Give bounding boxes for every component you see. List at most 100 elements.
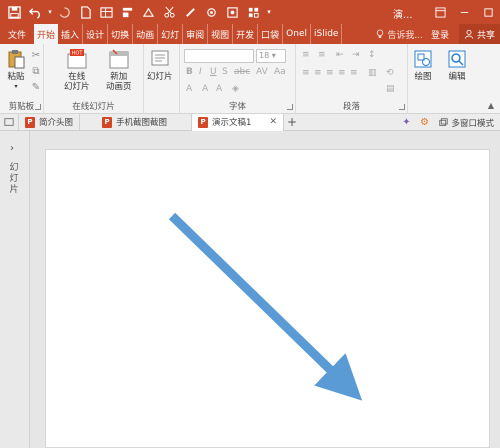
decrease-indent-button[interactable]: ⇤ bbox=[336, 50, 344, 60]
italic-button[interactable]: I bbox=[199, 67, 202, 77]
font-name-input[interactable] bbox=[184, 49, 254, 63]
slide-editing-area bbox=[31, 131, 500, 448]
edit-label: 编辑 bbox=[448, 72, 466, 82]
bold-button[interactable]: B bbox=[186, 67, 193, 77]
tab-view[interactable]: 视图 bbox=[208, 24, 234, 44]
tab-slideshow[interactable]: 幻灯 bbox=[158, 24, 184, 44]
doc-tab-2[interactable]: P 手机截图截图 bbox=[80, 113, 193, 131]
tab-developer[interactable]: 开发 bbox=[233, 24, 259, 44]
grid-icon[interactable] bbox=[222, 2, 243, 22]
font-group-label: 字体 bbox=[228, 102, 246, 112]
tab-animations[interactable]: 动画 bbox=[133, 24, 159, 44]
numbering-button[interactable]: ≡ bbox=[318, 50, 326, 60]
arrow-shape[interactable] bbox=[46, 150, 491, 448]
align-right-button[interactable]: ≡ bbox=[326, 68, 334, 78]
change-case-button[interactable]: Aa bbox=[274, 67, 286, 77]
align-center-button[interactable]: ≡ bbox=[314, 68, 322, 78]
copy-icon[interactable]: ⧉ bbox=[30, 66, 42, 78]
tell-me-search[interactable]: 告诉我... bbox=[376, 28, 423, 41]
dropdown-arrow-icon[interactable]: ▾ bbox=[46, 2, 54, 22]
collapse-ribbon-icon[interactable]: ▲ bbox=[488, 101, 494, 110]
minimize-icon[interactable] bbox=[452, 0, 476, 24]
undo-icon[interactable] bbox=[25, 2, 46, 22]
new-anim-page-button[interactable]: 新加 动画页 bbox=[106, 48, 132, 92]
font-size-input[interactable]: 18 ▾ bbox=[256, 49, 286, 63]
tab-home[interactable]: 开始 bbox=[34, 24, 59, 44]
online-slide-label: 在线 bbox=[68, 72, 86, 82]
tab-design[interactable]: 设计 bbox=[83, 24, 109, 44]
format-painter-icon[interactable]: ✎ bbox=[30, 82, 42, 94]
smartart-button[interactable]: ▤ bbox=[386, 84, 395, 94]
font-launcher[interactable] bbox=[287, 104, 293, 110]
title-bar: ▾ ▾ 演... bbox=[0, 0, 500, 24]
slide-canvas[interactable] bbox=[45, 149, 490, 448]
shape-icon[interactable] bbox=[138, 2, 159, 22]
text-direction-button[interactable]: ⟲ bbox=[386, 68, 394, 78]
quick-access-toolbar: ▾ ▾ bbox=[0, 0, 274, 24]
distribute-button[interactable]: ≡ bbox=[350, 68, 358, 78]
sign-in-link[interactable]: 登录 bbox=[431, 28, 449, 41]
cut-icon[interactable]: ✂ bbox=[30, 50, 42, 62]
underline-button[interactable]: U bbox=[210, 67, 217, 77]
paste-button[interactable]: 粘贴 ▾ bbox=[5, 48, 27, 92]
clear-format-button[interactable]: ◈ bbox=[232, 84, 239, 94]
doc-tab-home-icon[interactable] bbox=[0, 113, 19, 131]
plus-icon[interactable]: + bbox=[284, 115, 300, 129]
layout-icon[interactable] bbox=[243, 2, 264, 22]
edit-button[interactable]: 编辑 bbox=[446, 48, 468, 82]
share-label: 共享 bbox=[476, 30, 495, 41]
maximize-icon[interactable] bbox=[476, 0, 500, 24]
magic-icon[interactable]: ✦ bbox=[397, 117, 415, 128]
online-slide-button[interactable]: HOT 在线 幻灯片 bbox=[64, 48, 90, 92]
format-icon[interactable] bbox=[117, 2, 138, 22]
tab-review[interactable]: 审阅 bbox=[183, 24, 209, 44]
ribbon-tabs: 文件 开始 插入 设计 切换 动画 幻灯 审阅 视图 开发 口袋 Onel iS… bbox=[0, 24, 500, 44]
char-spacing-button[interactable]: AV bbox=[256, 67, 268, 77]
tab-pocket[interactable]: 口袋 bbox=[258, 24, 284, 44]
brush-icon[interactable] bbox=[180, 2, 201, 22]
group-online-slides: HOT 在线 幻灯片 新加 动画页 在线幻灯片 bbox=[44, 44, 144, 114]
line-spacing-button[interactable]: ↕ bbox=[368, 50, 376, 60]
bullets-button[interactable]: ≡ bbox=[302, 50, 310, 60]
tab-insert[interactable]: 插入 bbox=[58, 24, 84, 44]
paste-label: 粘贴 bbox=[7, 72, 25, 82]
table-icon[interactable] bbox=[96, 2, 117, 22]
grow-font-button[interactable]: A bbox=[202, 84, 208, 94]
justify-button[interactable]: ≡ bbox=[338, 68, 346, 78]
strikethrough-button[interactable]: abc bbox=[234, 67, 250, 77]
cut-icon[interactable] bbox=[159, 2, 180, 22]
align-left-button[interactable]: ≡ bbox=[302, 68, 310, 78]
draw-button[interactable]: 绘图 bbox=[412, 48, 434, 82]
tab-file[interactable]: 文件 bbox=[0, 24, 34, 44]
shrink-font-button[interactable]: A bbox=[216, 84, 222, 94]
slides-button[interactable]: 幻灯片 bbox=[147, 48, 173, 82]
expand-panel-icon[interactable]: › bbox=[10, 143, 14, 154]
lightbulb-icon bbox=[377, 29, 384, 38]
gear-icon[interactable]: ⚙ bbox=[415, 117, 433, 128]
clipboard-launcher[interactable] bbox=[35, 104, 41, 110]
increase-indent-button[interactable]: ⇥ bbox=[352, 50, 360, 60]
doc-tab-1-label: 简介头图 bbox=[39, 118, 74, 128]
doc-tab-3[interactable]: P 演示文稿1 ✕ bbox=[192, 113, 284, 131]
online-slides-group-label: 在线幻灯片 bbox=[72, 102, 115, 112]
customize-icon[interactable]: ▾ bbox=[264, 2, 274, 22]
ribbon-display-icon[interactable] bbox=[428, 0, 452, 24]
columns-button[interactable]: ▥ bbox=[368, 68, 377, 78]
settings-icon[interactable] bbox=[201, 2, 222, 22]
ppt-file-icon: P bbox=[102, 116, 113, 128]
close-icon[interactable]: ✕ bbox=[269, 117, 277, 127]
tab-islide[interactable]: iSlide bbox=[311, 24, 343, 44]
tab-onenote[interactable]: Onel bbox=[283, 24, 311, 44]
doc-tab-1[interactable]: P 简介头图 bbox=[19, 113, 81, 131]
shadow-button[interactable]: S bbox=[222, 67, 228, 77]
group-clipboard: 粘贴 ▾ ✂ ⧉ ✎ 剪贴板 bbox=[0, 44, 44, 114]
redo-icon[interactable] bbox=[54, 2, 75, 22]
multi-window-button[interactable]: 多窗口模式 bbox=[433, 117, 500, 129]
font-color-button[interactable]: A bbox=[186, 84, 192, 94]
paragraph-launcher[interactable] bbox=[399, 104, 405, 110]
ppt-file-icon: P bbox=[198, 116, 209, 128]
new-file-icon[interactable] bbox=[75, 2, 96, 22]
tab-transitions[interactable]: 切换 bbox=[108, 24, 134, 44]
save-icon[interactable] bbox=[4, 2, 25, 22]
share-button[interactable]: 共享 bbox=[458, 24, 500, 44]
